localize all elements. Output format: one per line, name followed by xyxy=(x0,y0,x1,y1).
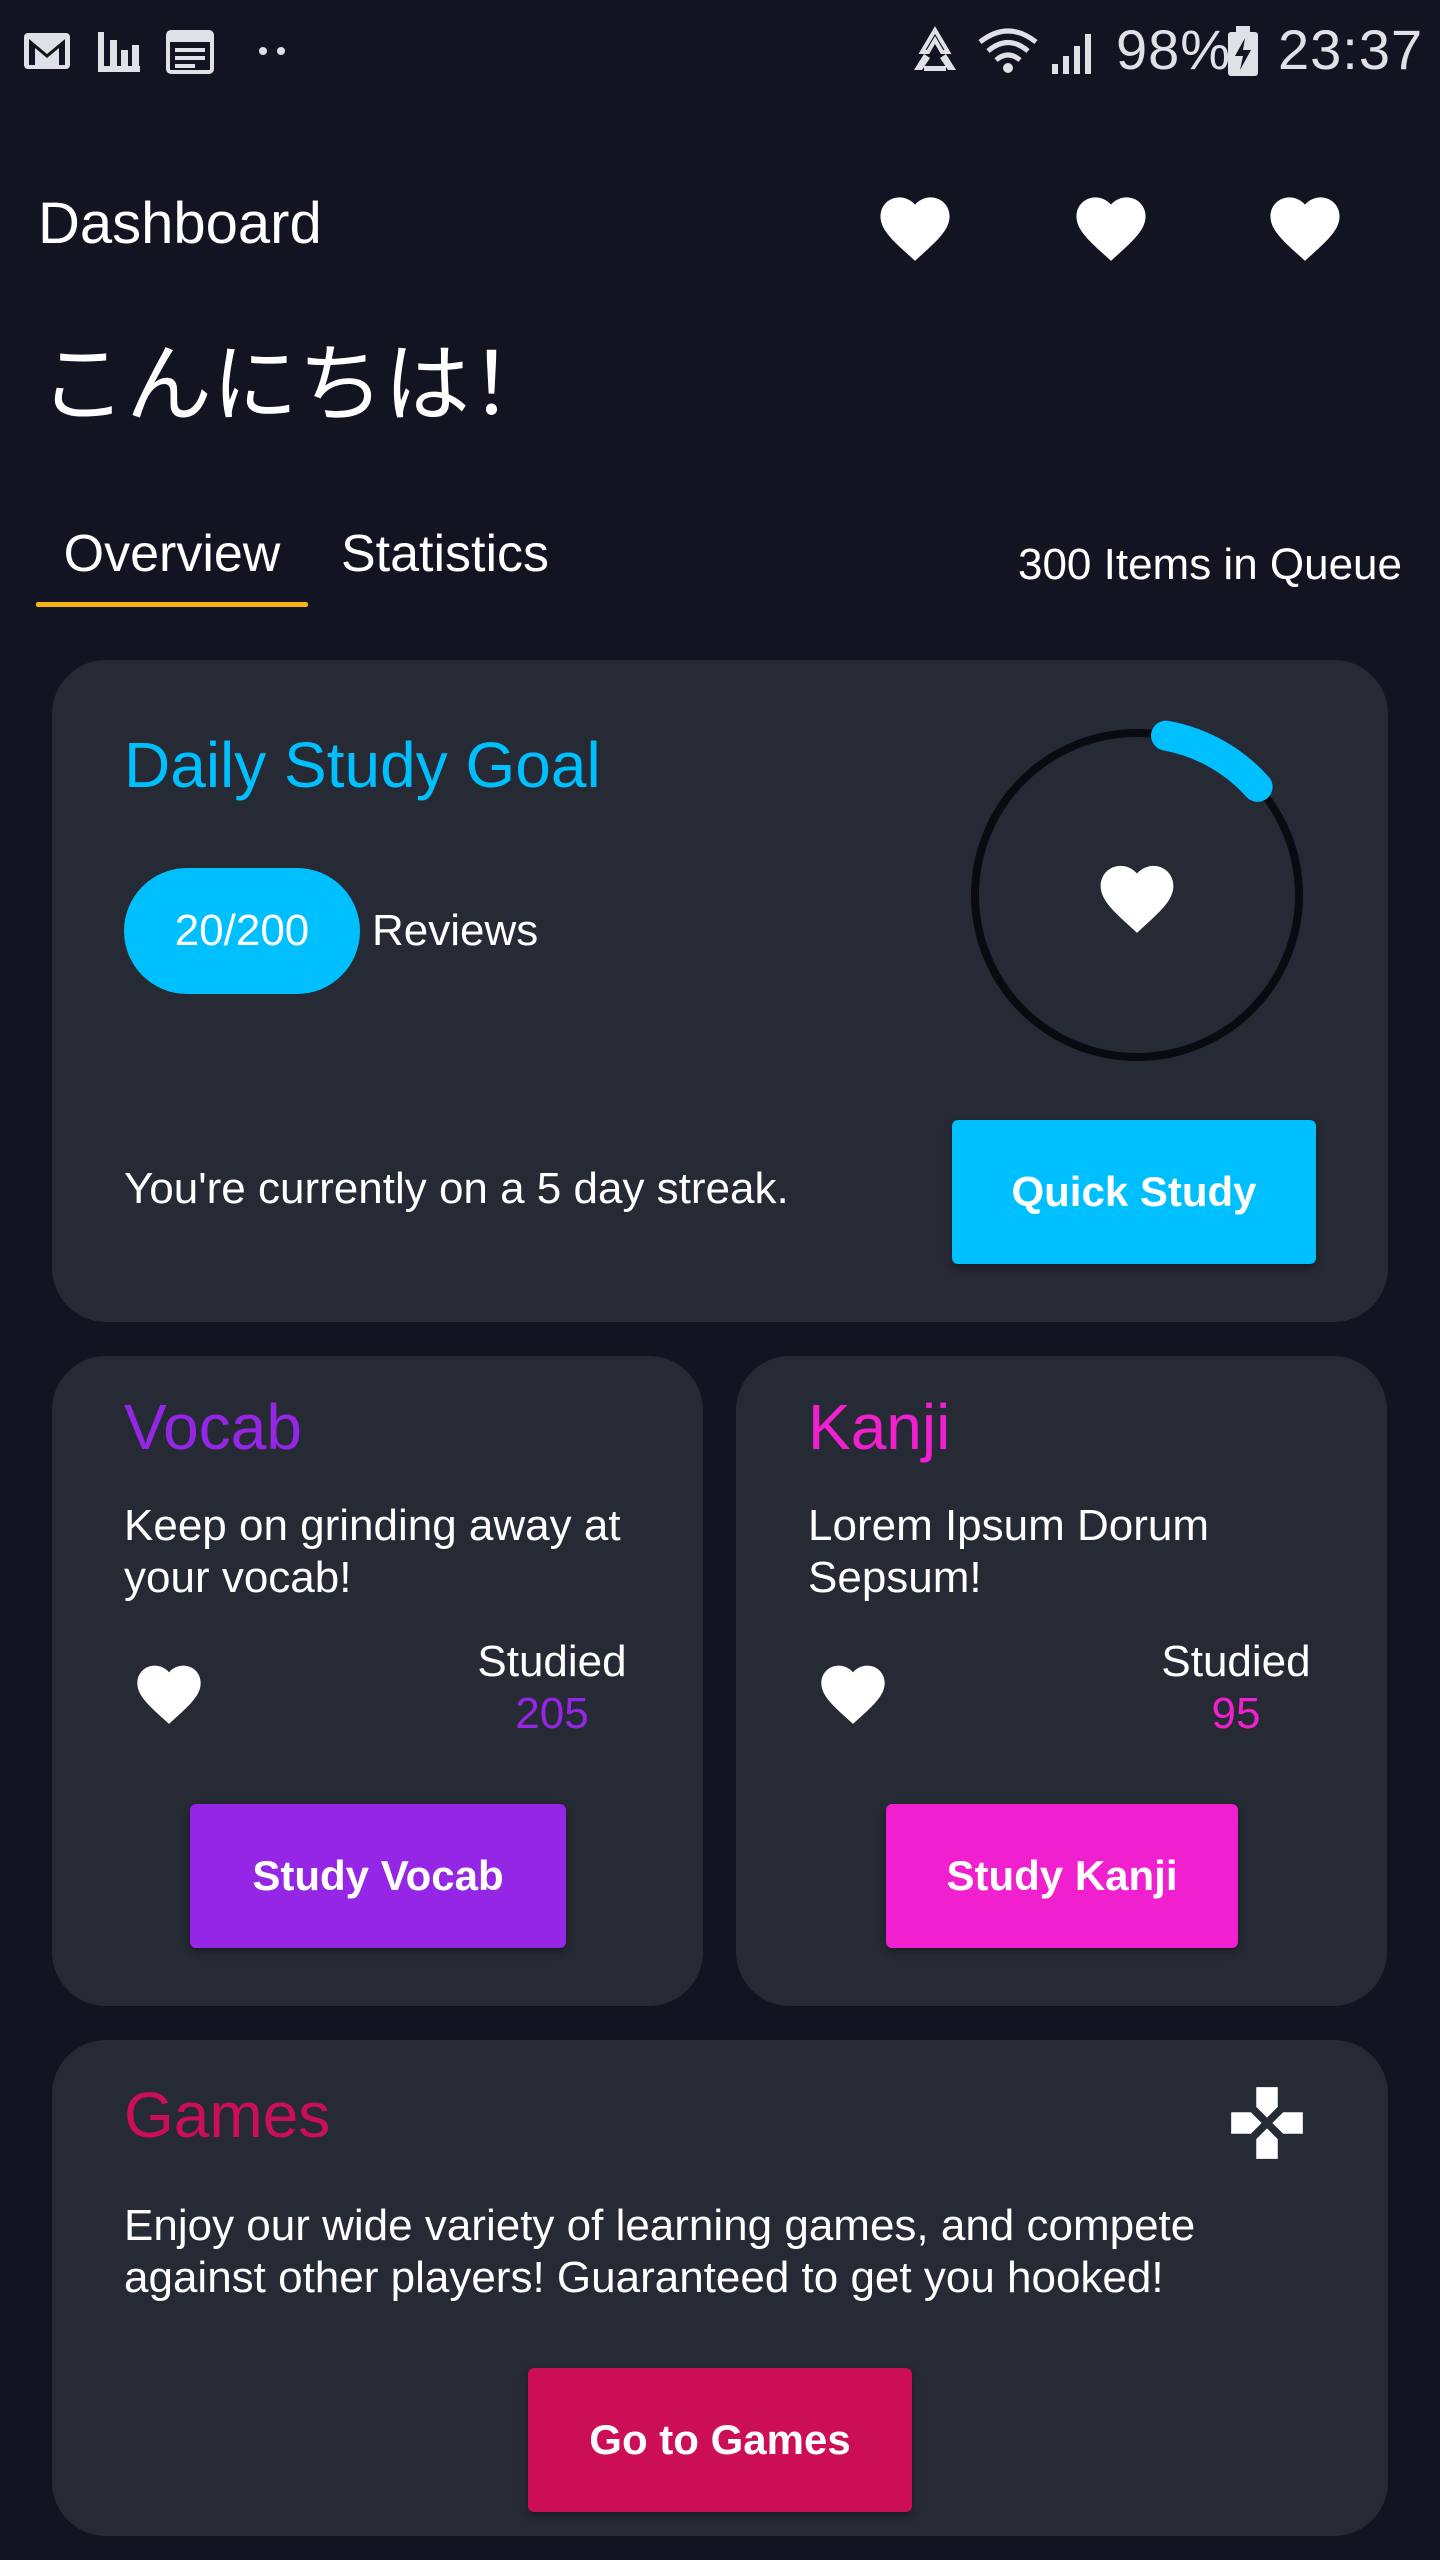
heart-icon[interactable] xyxy=(1260,180,1350,270)
battery-percent: 98% xyxy=(1116,18,1232,81)
vocab-card: Vocab Keep on grinding away at your voca… xyxy=(52,1356,703,2006)
clock: 23:37 xyxy=(1278,18,1424,81)
signal-icon xyxy=(1050,22,1100,80)
games-description: Enjoy our wide variety of learning games… xyxy=(124,2201,1196,2302)
tab-statistics[interactable]: Statistics xyxy=(320,512,570,596)
gmail-icon xyxy=(22,22,72,80)
wifi-icon xyxy=(976,22,1040,80)
bar-chart-icon xyxy=(96,22,142,80)
status-bar: 98% 23:37 xyxy=(0,0,1440,104)
studied-label: Studied xyxy=(1161,1637,1311,1686)
reviews-count-badge: 20/200 xyxy=(124,868,360,994)
heart-icon[interactable] xyxy=(1066,180,1156,270)
kanji-card: Kanji Lorem Ipsum Dorum Sepsum! Studied … xyxy=(736,1356,1387,2006)
tab-overview[interactable]: Overview xyxy=(36,512,308,596)
daily-goal-card: Daily Study Goal 20/200 Reviews You're c… xyxy=(52,660,1388,1322)
kanji-studied-count: 95 xyxy=(1211,1689,1261,1738)
streak-text: You're currently on a 5 day streak. xyxy=(124,1164,789,1213)
heart-icon xyxy=(124,1646,214,1736)
gamepad-icon xyxy=(1224,2080,1310,2166)
kanji-title: Kanji xyxy=(808,1391,951,1463)
page-title: Dashboard xyxy=(38,191,322,256)
reviews-label: Reviews xyxy=(372,906,539,955)
go-to-games-button[interactable]: Go to Games xyxy=(528,2368,912,2512)
games-title: Games xyxy=(124,2079,331,2151)
dashboard-screen: 98% 23:37 Dashboard こんにちは！ Overview Stat… xyxy=(0,0,1440,2560)
heart-icon[interactable] xyxy=(870,180,960,270)
active-tab-indicator xyxy=(36,602,308,607)
queue-count: 300 Items in Queue xyxy=(1017,540,1402,589)
vocab-description: Keep on grinding away at your vocab! xyxy=(124,1501,621,1602)
quick-study-button[interactable]: Quick Study xyxy=(952,1120,1316,1264)
calendar-icon xyxy=(166,22,214,80)
vocab-studied-count: 205 xyxy=(515,1689,589,1738)
heart-icon xyxy=(808,1646,898,1736)
goal-progress-ring xyxy=(952,710,1322,1080)
battery-charging-icon xyxy=(1226,22,1260,80)
games-card: Games Enjoy our wide variety of learning… xyxy=(52,2040,1388,2536)
more-dots-icon xyxy=(256,22,290,80)
heart-icon xyxy=(1087,845,1187,945)
study-vocab-button[interactable]: Study Vocab xyxy=(190,1804,566,1948)
recycle-icon xyxy=(908,22,962,80)
kanji-description: Lorem Ipsum Dorum Sepsum! xyxy=(808,1501,1210,1602)
vocab-title: Vocab xyxy=(124,1391,302,1463)
daily-goal-title: Daily Study Goal xyxy=(124,729,601,801)
studied-label: Studied xyxy=(477,1637,627,1686)
greeting-heading: こんにちは！ xyxy=(40,335,556,435)
study-kanji-button[interactable]: Study Kanji xyxy=(886,1804,1238,1948)
